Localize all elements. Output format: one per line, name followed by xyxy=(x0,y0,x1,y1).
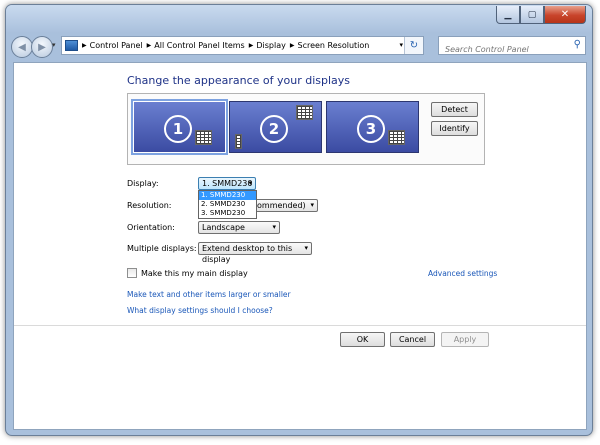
monitor-number: 2 xyxy=(260,115,288,143)
detect-button[interactable]: Detect xyxy=(431,102,478,117)
display-label: Display: xyxy=(127,179,159,188)
display-settings-help-link[interactable]: What display settings should I choose? xyxy=(127,306,273,315)
address-dropdown-icon[interactable]: ▾ xyxy=(399,41,403,49)
monitor-grid-icon xyxy=(296,105,313,120)
monitor-1[interactable]: 1 xyxy=(131,99,228,155)
monitor-number: 3 xyxy=(357,115,385,143)
apply-button[interactable]: Apply xyxy=(441,332,489,347)
main-display-checkbox[interactable] xyxy=(127,268,137,278)
identify-button[interactable]: Identify xyxy=(431,121,478,136)
maximize-button[interactable]: ▢ xyxy=(520,6,544,24)
page-title: Change the appearance of your displays xyxy=(127,74,351,87)
title-bar[interactable]: ▁ ▢ ✕ xyxy=(6,5,592,33)
search-box: ⚲ xyxy=(438,36,586,57)
multiple-displays-select[interactable]: Extend desktop to this display ▾ xyxy=(198,242,312,264)
breadcrumb-separator-icon[interactable]: ▶ xyxy=(249,42,254,49)
breadcrumb-screen-resolution[interactable]: Screen Resolution xyxy=(297,41,369,50)
breadcrumb-control-panel[interactable]: Control Panel xyxy=(90,41,143,50)
minimize-button[interactable]: ▁ xyxy=(496,6,520,24)
back-button[interactable]: ◀ xyxy=(11,36,33,58)
refresh-button[interactable]: ↻ xyxy=(404,37,423,54)
search-icon[interactable]: ⚲ xyxy=(574,39,581,50)
window-controls: ▁ ▢ ✕ xyxy=(496,6,586,24)
orientation-select-value: Landscape xyxy=(202,223,245,232)
display-option[interactable]: 2. SMMD230 xyxy=(199,200,256,209)
breadcrumb-separator-icon[interactable]: ▶ xyxy=(147,42,152,49)
multiple-displays-label: Multiple displays: xyxy=(127,244,197,253)
monitor-3[interactable]: 3 xyxy=(326,101,419,153)
breadcrumb-all-items[interactable]: All Control Panel Items xyxy=(154,41,244,50)
monitor-number: 1 xyxy=(164,115,192,143)
control-panel-icon xyxy=(65,40,78,51)
breadcrumb-separator-icon[interactable]: ▶ xyxy=(290,42,295,49)
monitor-2[interactable]: 2 xyxy=(229,101,322,153)
advanced-settings-link[interactable]: Advanced settings xyxy=(428,269,497,278)
chevron-down-icon: ▾ xyxy=(248,179,252,187)
monitor-tower-icon xyxy=(235,134,242,149)
chevron-down-icon: ▾ xyxy=(272,223,276,231)
monitor-grid-icon xyxy=(388,130,405,145)
main-display-label: Make this my main display xyxy=(141,268,248,278)
breadcrumb-display[interactable]: Display xyxy=(256,41,286,50)
monitor-grid-icon xyxy=(195,130,212,145)
content-pane: Change the appearance of your displays 1… xyxy=(13,62,587,430)
display-select-value: 1. SMMD230 xyxy=(202,179,253,188)
footer-divider xyxy=(14,325,586,326)
display-dropdown-list: 1. SMMD230 2. SMMD230 3. SMMD230 xyxy=(198,190,257,219)
orientation-label: Orientation: xyxy=(127,223,175,232)
close-button[interactable]: ✕ xyxy=(544,6,586,24)
resolution-label: Resolution: xyxy=(127,201,172,210)
cancel-button[interactable]: Cancel xyxy=(390,332,435,347)
monitor-arrangement-panel: 1 2 3 Detect Identify xyxy=(127,93,485,165)
address-bar[interactable]: ▶ Control Panel ▶ All Control Panel Item… xyxy=(61,36,424,55)
resolution-select-value: ommended) xyxy=(257,201,306,210)
navigation-bar: ◀ ▶ ▾ ▶ Control Panel ▶ All Control Pane… xyxy=(6,33,592,60)
display-select[interactable]: 1. SMMD230 ▾ xyxy=(198,177,256,190)
main-display-checkbox-row[interactable]: Make this my main display xyxy=(127,268,248,278)
chevron-down-icon: ▾ xyxy=(310,201,314,209)
chevron-down-icon: ▾ xyxy=(304,244,308,252)
recent-pages-dropdown[interactable]: ▾ xyxy=(52,41,56,49)
search-input[interactable] xyxy=(439,41,567,57)
ok-button[interactable]: OK xyxy=(340,332,385,347)
text-size-link[interactable]: Make text and other items larger or smal… xyxy=(127,290,291,299)
forward-button[interactable]: ▶ xyxy=(31,36,53,58)
window-frame: ▁ ▢ ✕ ◀ ▶ ▾ ▶ Control Panel ▶ All Contro… xyxy=(5,4,593,436)
multiple-displays-select-value: Extend desktop to this display xyxy=(202,244,293,264)
display-option[interactable]: 3. SMMD230 xyxy=(199,209,256,218)
breadcrumb-separator-icon[interactable]: ▶ xyxy=(82,42,87,49)
orientation-select[interactable]: Landscape ▾ xyxy=(198,221,280,234)
display-option[interactable]: 1. SMMD230 xyxy=(199,191,256,200)
